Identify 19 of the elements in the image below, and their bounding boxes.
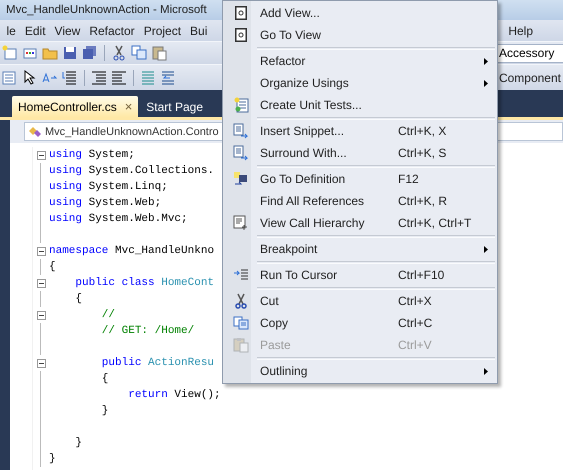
toolbar-label: Component (498, 70, 562, 84)
code-line: using System.Linq; (49, 181, 168, 193)
code-line: } (49, 453, 56, 465)
code-line: public class HomeCont (74, 277, 214, 289)
code-line: public ActionResu (100, 357, 214, 369)
code-line: } (100, 405, 108, 417)
code-line: { (49, 261, 56, 273)
code-line: using System; (49, 149, 135, 161)
code-line: { (74, 293, 82, 305)
code-line: // GET: /Home/ (100, 325, 194, 337)
code-line: using System.Web; (49, 197, 162, 209)
code-line: { (100, 373, 108, 385)
code-line: return View(); (127, 389, 221, 401)
code-line: namespace Mvc_HandleUnkno (49, 245, 214, 257)
code-line: using System.Web.Mvc; (49, 213, 188, 225)
code-line: // (100, 309, 116, 321)
code-line: } (74, 437, 82, 449)
code-line: using System.Collections. (49, 165, 214, 177)
window-title: Mvc_HandleUnknownAction - Microsoft (6, 4, 207, 16)
